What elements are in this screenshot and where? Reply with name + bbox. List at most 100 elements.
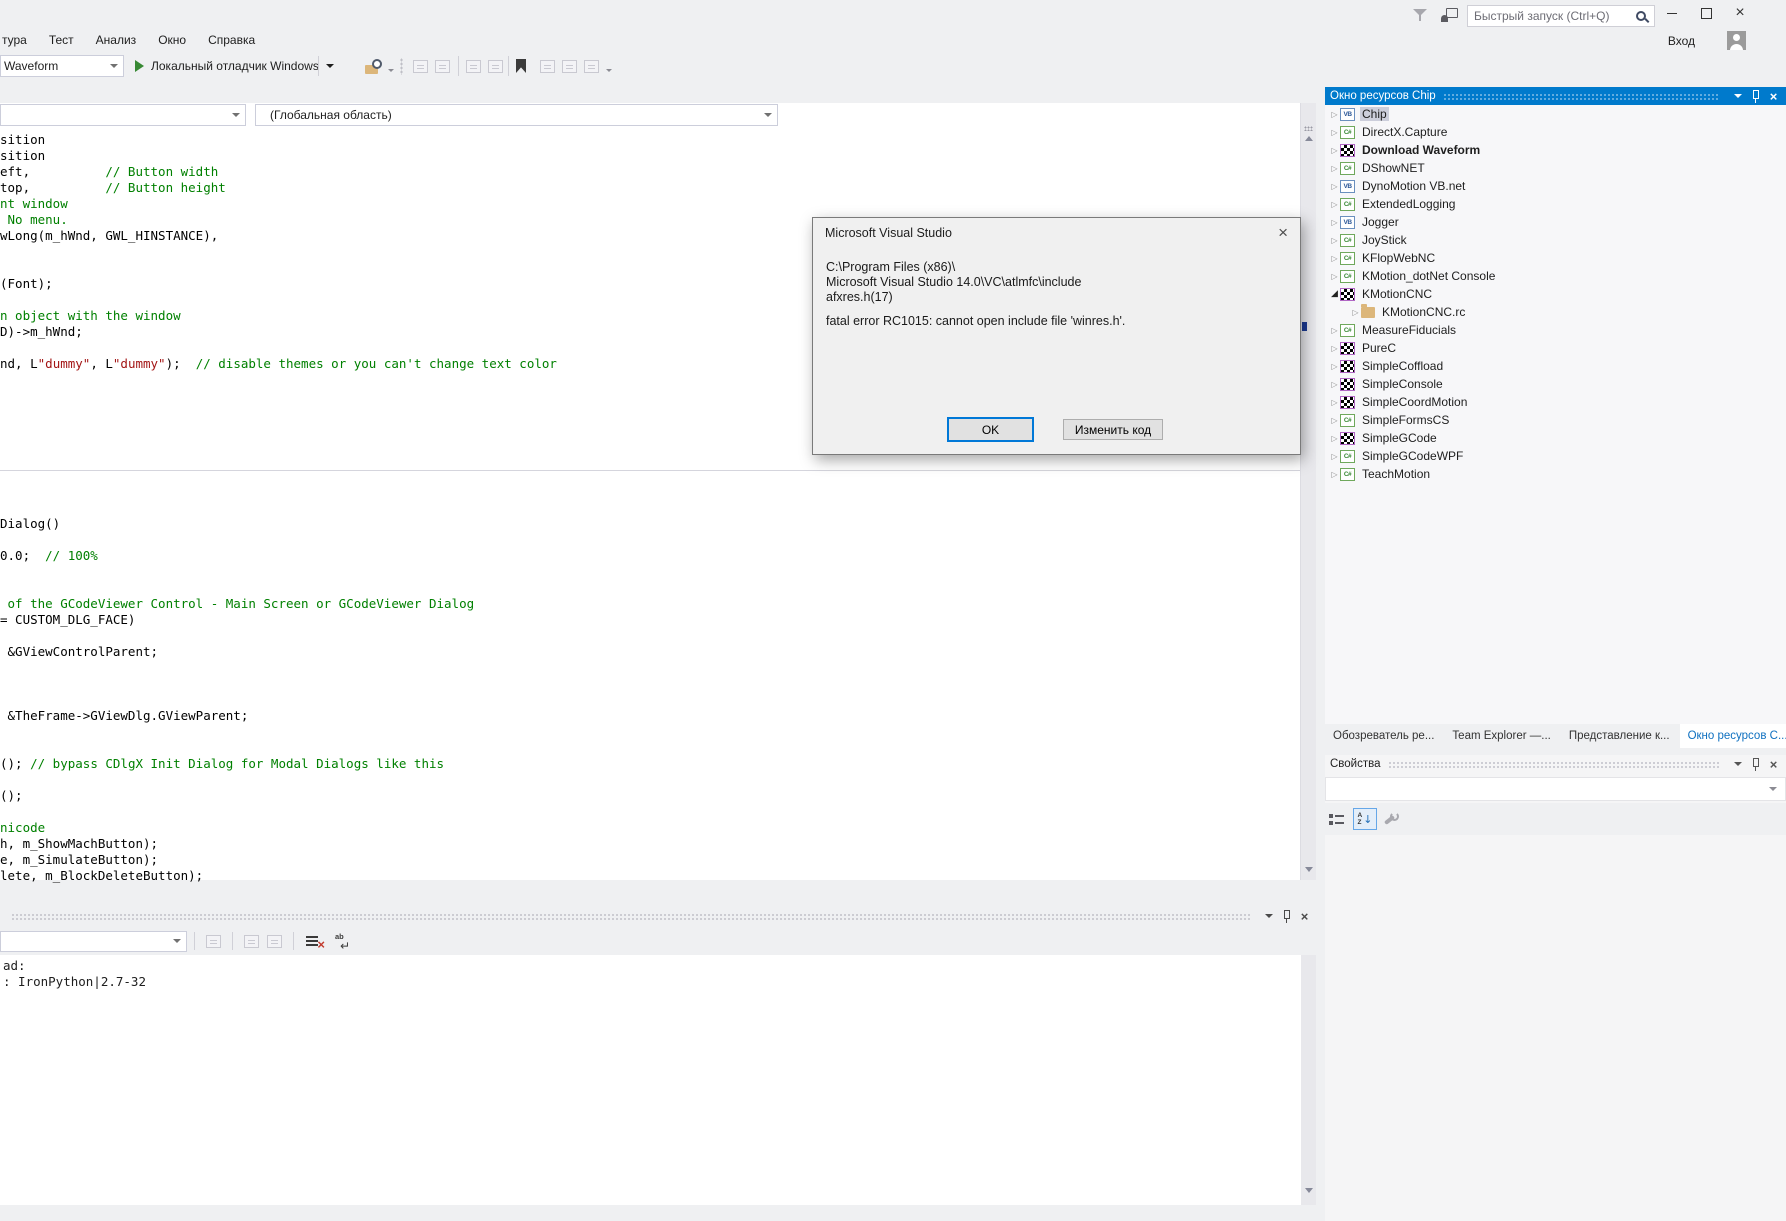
dialog-titlebar[interactable]: Microsoft Visual Studio × — [813, 218, 1300, 248]
expander-icon[interactable]: ▷ — [1329, 200, 1340, 209]
tree-item[interactable]: ◢ KMotionCNC — [1325, 285, 1786, 303]
tree-item[interactable]: ▷ PureC — [1325, 339, 1786, 357]
expander-icon[interactable]: ▷ — [1329, 272, 1340, 281]
expander-icon[interactable]: ▷ — [1329, 344, 1340, 353]
scroll-down-icon[interactable] — [1305, 1188, 1313, 1193]
output-vertical-scrollbar[interactable] — [1301, 955, 1316, 1205]
toggle-bookmark-icon[interactable] — [516, 59, 526, 73]
pin-button[interactable] — [1748, 90, 1763, 103]
expander-icon[interactable]: ▷ — [1329, 164, 1340, 173]
window-menu-button[interactable] — [1730, 94, 1745, 98]
comment-icon[interactable] — [488, 60, 503, 73]
object-selector-combo[interactable] — [1325, 777, 1786, 801]
tree-item[interactable]: ▷ KMotionCNC.rc — [1325, 303, 1786, 321]
indent-icon[interactable] — [466, 60, 481, 73]
expander-icon[interactable]: ▷ — [1329, 236, 1340, 245]
tool-window-tab[interactable]: Team Explorer —... — [1444, 724, 1558, 748]
word-wrap-icon[interactable] — [334, 934, 351, 949]
tree-item[interactable]: ▷ C# JoyStick — [1325, 231, 1786, 249]
tree-item-label[interactable]: DShowNET — [1360, 161, 1427, 175]
tree-item[interactable]: ▷ C# MeasureFiducials — [1325, 321, 1786, 339]
tool-window-tab[interactable]: Представление к... — [1561, 724, 1678, 748]
expander-icon[interactable]: ▷ — [1329, 146, 1340, 155]
expander-icon[interactable]: ▷ — [1329, 254, 1340, 263]
categorized-icon[interactable] — [1329, 812, 1346, 826]
clear-all-icon[interactable] — [306, 934, 324, 949]
tree-item-label[interactable]: JoyStick — [1360, 233, 1409, 247]
tree-item-label[interactable]: SimpleConsole — [1360, 377, 1445, 391]
dialog-close-icon[interactable]: × — [1278, 221, 1288, 245]
pin-button[interactable] — [1279, 910, 1294, 923]
ok-button[interactable]: OK — [947, 417, 1034, 442]
menu-item[interactable]: Тест — [38, 29, 85, 51]
tree-item-label[interactable]: KMotionCNC — [1360, 287, 1434, 301]
tree-item[interactable]: ▷ C# SimpleGCodeWPF — [1325, 447, 1786, 465]
tree-item-label[interactable]: KMotion_dotNet Console — [1360, 269, 1497, 283]
menu-item[interactable]: Справка — [197, 29, 266, 51]
expander-icon[interactable]: ▷ — [1329, 362, 1340, 371]
chevron-down-icon[interactable] — [606, 69, 612, 72]
minimize-button[interactable] — [1656, 0, 1688, 26]
expander-icon[interactable]: ▷ — [1329, 218, 1340, 227]
alphabetical-sort-button[interactable]: AZ ↓ — [1353, 808, 1377, 830]
tree-item[interactable]: ▷ C# ExtendedLogging — [1325, 195, 1786, 213]
expander-icon[interactable]: ▷ — [1329, 398, 1340, 407]
prev-bookmark-icon[interactable] — [540, 60, 555, 73]
next-bookmark-icon[interactable] — [562, 60, 577, 73]
types-combo[interactable] — [0, 104, 246, 126]
filter-icon[interactable] — [1413, 9, 1427, 23]
tree-item[interactable]: ▷ VB DynoMotion VB.net — [1325, 177, 1786, 195]
tree-item[interactable]: ▷ SimpleConsole — [1325, 375, 1786, 393]
window-menu-button[interactable] — [1261, 914, 1276, 918]
tree-item[interactable]: ▷ SimpleGCode — [1325, 429, 1786, 447]
tree-item[interactable]: ▷ VB Chip — [1325, 105, 1786, 123]
output-text-area[interactable]: ad: : IronPython|2.7-32 — [0, 955, 1301, 1205]
scroll-down-icon[interactable] — [1305, 867, 1313, 872]
tree-item[interactable]: ▷ Download Waveform — [1325, 141, 1786, 159]
start-debug-button[interactable]: Локальный отладчик Windows — [131, 55, 338, 77]
expander-icon[interactable]: ◢ — [1329, 289, 1340, 299]
splitter-grip-icon[interactable] — [1304, 126, 1313, 131]
prev-message-icon[interactable] — [244, 935, 259, 948]
expander-icon[interactable]: ▷ — [1329, 380, 1340, 389]
expander-icon[interactable]: ▷ — [1329, 326, 1340, 335]
menu-item[interactable]: тура — [0, 29, 38, 51]
tree-item[interactable]: ▷ C# KFlopWebNC — [1325, 249, 1786, 267]
tree-item-label[interactable]: TeachMotion — [1360, 467, 1432, 481]
tree-item-label[interactable]: Download Waveform — [1360, 143, 1482, 157]
expander-icon[interactable]: ▷ — [1329, 452, 1340, 461]
close-button[interactable]: × — [1724, 0, 1756, 26]
toggle-outlining-icon[interactable] — [413, 60, 428, 73]
scroll-up-icon[interactable] — [1305, 136, 1313, 141]
avatar[interactable] — [1727, 31, 1746, 50]
tree-item-label[interactable]: SimpleGCode — [1360, 431, 1439, 445]
tree-item[interactable]: ▷ VB Jogger — [1325, 213, 1786, 231]
panel-titlebar[interactable]: Окно ресурсов Chip × — [1325, 87, 1786, 105]
panel-close-button[interactable]: × — [1766, 90, 1781, 103]
tree-item-label[interactable]: DynoMotion VB.net — [1360, 179, 1467, 193]
tree-item-label[interactable]: SimpleFormsCS — [1360, 413, 1451, 427]
tree-item-label[interactable]: Chip — [1360, 107, 1389, 121]
chevron-down-icon[interactable] — [388, 69, 394, 72]
scope-combo[interactable]: (Глобальная область) — [255, 104, 778, 126]
tree-item-label[interactable]: SimpleCoordMotion — [1360, 395, 1469, 409]
collapse-definitions-icon[interactable] — [435, 60, 450, 73]
pin-button[interactable] — [1748, 758, 1763, 771]
tree-item[interactable]: ▷ C# KMotion_dotNet Console — [1325, 267, 1786, 285]
maximize-button[interactable] — [1690, 0, 1722, 26]
expander-icon[interactable]: ▷ — [1329, 434, 1340, 443]
tree-item-label[interactable]: ExtendedLogging — [1360, 197, 1457, 211]
quick-launch-search[interactable]: Быстрый запуск (Ctrl+Q) — [1467, 5, 1655, 27]
expander-icon[interactable]: ▷ — [1329, 416, 1340, 425]
find-in-files-icon[interactable] — [365, 59, 383, 74]
panel-titlebar[interactable]: × — [0, 905, 1316, 927]
tool-window-tab[interactable]: Окно ресурсов С... — [1680, 724, 1786, 748]
expander-icon[interactable]: ▷ — [1350, 308, 1361, 317]
expander-icon[interactable]: ▷ — [1329, 182, 1340, 191]
menu-item[interactable]: Анализ — [85, 29, 148, 51]
feedback-icon[interactable] — [1441, 8, 1458, 22]
tree-item-label[interactable]: SimpleCoffload — [1360, 359, 1445, 373]
property-pages-icon[interactable] — [1384, 812, 1399, 827]
tree-item[interactable]: ▷ SimpleCoffload — [1325, 357, 1786, 375]
tree-item[interactable]: ▷ C# DShowNET — [1325, 159, 1786, 177]
